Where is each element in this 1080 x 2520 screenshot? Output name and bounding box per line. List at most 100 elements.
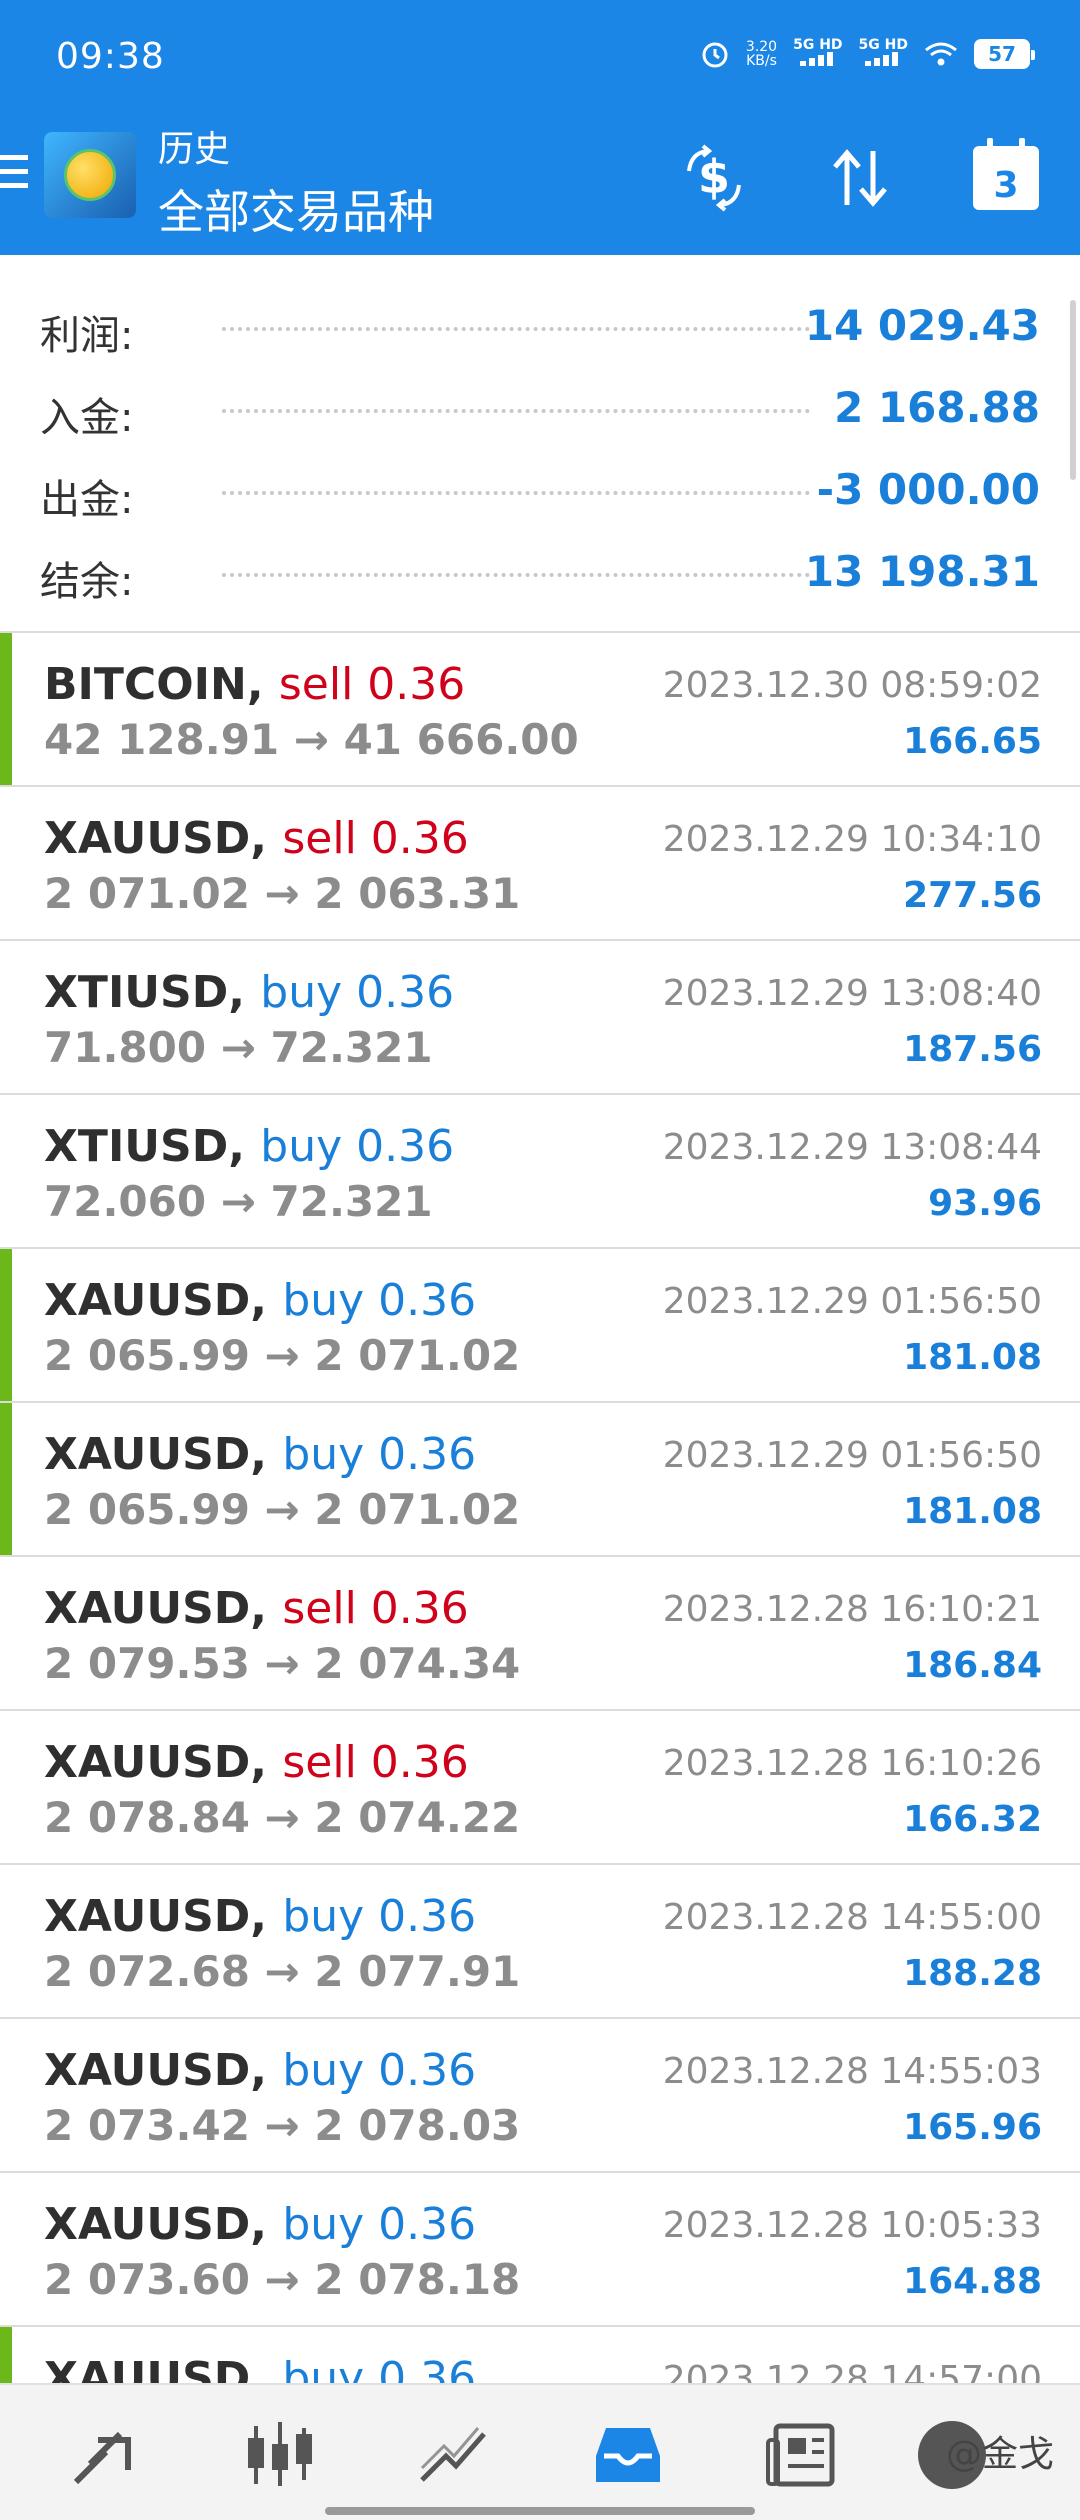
wifi-icon <box>924 41 958 67</box>
summary-row-profit: 利润: 14 029.43 <box>0 279 1080 361</box>
summary-label: 入金: <box>40 395 134 441</box>
trade-symbol-line: XAUUSD, buy 0.36 <box>44 2353 476 2383</box>
net-speed-value: 3.20 <box>745 38 778 55</box>
summary-value: 14 029.43 <box>804 301 1040 350</box>
trade-symbol-line: XAUUSD, buy 0.36 <box>44 1891 476 1942</box>
trade-row[interactable]: XAUUSD, buy 0.36 2 073.60 → 2 078.18 2023.… <box>0 2173 1080 2327</box>
trade-symbol-line: XAUUSD, sell 0.36 <box>44 813 469 864</box>
trade-time: 2023.12.29 13:08:40 <box>662 973 1042 1014</box>
trade-icon[interactable] <box>66 2415 146 2495</box>
trade-row[interactable]: XAUUSD, sell 0.36 2 071.02 → 2 063.31 2023… <box>0 787 1080 941</box>
trade-profit: 166.32 <box>903 1799 1042 1840</box>
net-speed-unit: KB/s <box>746 52 777 69</box>
summary-label: 结余: <box>40 559 134 605</box>
summary-value: 13 198.31 <box>804 547 1040 596</box>
trade-history-list[interactable]: BITCOIN, sell 0.36 42 128.91 → 41 666.00 2… <box>0 633 1080 2383</box>
calendar-icon[interactable]: 3 <box>968 138 1044 216</box>
summary-value: -3 000.00 <box>816 465 1040 514</box>
top-app-bar: 09:38 3.20 KB/s 5G HD 5G HD 57 历史 全部交易品种… <box>0 0 1080 255</box>
signal-1-label: 5G HD <box>793 37 843 53</box>
trade-symbol: XTIUSD, <box>44 1121 245 1172</box>
scrollbar[interactable] <box>1070 300 1076 480</box>
dotted-leader <box>222 573 810 577</box>
history-inbox-icon[interactable] <box>588 2415 668 2495</box>
summary-panel: 利润: 14 029.43 入金: 2 168.88 出金: -3 000.00… <box>0 255 1080 633</box>
trending-icon[interactable] <box>414 2415 494 2495</box>
trade-prices: 72.060 → 72.321 <box>44 1177 433 1226</box>
summary-row-withdrawal: 出金: -3 000.00 <box>0 443 1080 525</box>
status-time: 09:38 <box>56 36 165 77</box>
menu-icon[interactable] <box>0 155 28 195</box>
trade-profit: 93.96 <box>928 1183 1042 1224</box>
signal-bars-icon <box>865 52 899 66</box>
trade-profit: 164.88 <box>903 2261 1042 2302</box>
trade-profit: 166.65 <box>903 721 1042 762</box>
trade-row[interactable]: XAUUSD, buy 0.36 2 065.99 → 2 071.02 2023.… <box>0 1249 1080 1403</box>
summary-row-balance: 结余: 13 198.31 <box>0 525 1080 607</box>
dotted-leader <box>222 491 810 495</box>
home-indicator[interactable] <box>325 2507 755 2515</box>
trade-row[interactable]: XAUUSD, sell 0.36 2 078.84 → 2 074.22 2023… <box>0 1711 1080 1865</box>
trade-symbol: XTIUSD, <box>44 967 245 1018</box>
trade-row[interactable]: XAUUSD, buy 0.36 2 072.68 → 2 077.91 2023.… <box>0 1865 1080 2019</box>
trade-row[interactable]: XAUUSD, buy 0.36 2 073.42 → 2 078.03 2023.… <box>0 2019 1080 2173</box>
trade-row[interactable]: BITCOIN, sell 0.36 42 128.91 → 41 666.00 2… <box>0 633 1080 787</box>
trade-row[interactable]: XTIUSD, buy 0.36 71.800 → 72.321 2023.12.2… <box>0 941 1080 1095</box>
trade-side: buy 0.36 <box>260 967 455 1018</box>
signal-bars-icon <box>799 52 833 66</box>
trade-prices: 2 079.53 → 2 074.34 <box>44 1639 521 1688</box>
summary-label: 利润: <box>40 313 134 359</box>
watermark: @金戈 <box>945 2434 1054 2475</box>
trade-side: buy 0.36 <box>282 2199 477 2250</box>
trade-symbol: XAUUSD, <box>44 1275 268 1326</box>
trade-row[interactable]: XAUUSD, buy 0.36 2023.12.28 14:57:00 <box>0 2327 1080 2383</box>
summary-value: 2 168.88 <box>834 383 1040 432</box>
trade-side: buy 0.36 <box>260 1121 455 1172</box>
news-icon[interactable] <box>762 2415 842 2495</box>
trade-side: buy 0.36 <box>282 1429 477 1480</box>
summary-label: 出金: <box>40 477 134 523</box>
chart-candles-icon[interactable] <box>240 2415 320 2495</box>
trade-symbol: XAUUSD, <box>44 2199 268 2250</box>
trade-side: sell 0.36 <box>282 813 469 864</box>
signal-1: 5G HD <box>793 37 843 69</box>
trade-prices: 2 073.42 → 2 078.03 <box>44 2101 521 2150</box>
calendar-day: 3 <box>973 138 1039 210</box>
dollar-exchange-icon[interactable]: $ <box>676 140 752 216</box>
app-logo <box>44 132 136 218</box>
trade-prices: 2 065.99 → 2 071.02 <box>44 1331 521 1380</box>
signal-2: 5G HD <box>859 38 908 69</box>
trade-row[interactable]: XAUUSD, buy 0.36 2 065.99 → 2 071.02 2023.… <box>0 1403 1080 1557</box>
trade-symbol-line: XAUUSD, sell 0.36 <box>44 1583 469 1634</box>
net-speed: 3.20 KB/s <box>746 40 777 68</box>
trade-symbol: XAUUSD, <box>44 1583 268 1634</box>
page-title[interactable]: 全部交易品种 <box>158 176 434 242</box>
trade-profit: 188.28 <box>903 1953 1042 1994</box>
trade-symbol: XAUUSD, <box>44 1891 268 1942</box>
trade-time: 2023.12.30 08:59:02 <box>662 665 1042 706</box>
trade-profit: 181.08 <box>903 1337 1042 1378</box>
trade-symbol-line: XAUUSD, buy 0.36 <box>44 1275 476 1326</box>
trade-profit: 181.08 <box>903 1491 1042 1532</box>
trade-symbol: BITCOIN, <box>44 659 264 710</box>
trade-symbol-line: XAUUSD, sell 0.36 <box>44 1737 469 1788</box>
trade-side: buy 0.36 <box>282 2353 477 2383</box>
dotted-leader <box>222 409 810 413</box>
trade-symbol: XAUUSD, <box>44 1737 268 1788</box>
trade-time: 2023.12.29 13:08:44 <box>662 1127 1042 1168</box>
trade-time: 2023.12.29 10:34:10 <box>662 819 1042 860</box>
trade-prices: 71.800 → 72.321 <box>44 1023 433 1072</box>
bottom-navigation: @金戈 <box>0 2383 1080 2520</box>
trade-profit: 277.56 <box>903 875 1042 916</box>
trade-prices: 42 128.91 → 41 666.00 <box>44 715 579 764</box>
trade-time: 2023.12.28 14:57:00 <box>662 2359 1042 2383</box>
trade-row[interactable]: XAUUSD, sell 0.36 2 079.53 → 2 074.34 2023… <box>0 1557 1080 1711</box>
sort-icon[interactable] <box>822 140 898 216</box>
trade-symbol-line: XAUUSD, buy 0.36 <box>44 1429 476 1480</box>
trade-symbol: XAUUSD, <box>44 2353 268 2383</box>
trade-row[interactable]: XTIUSD, buy 0.36 72.060 → 72.321 2023.12.2… <box>0 1095 1080 1249</box>
signal-2-label: 5G HD <box>858 37 908 53</box>
trade-time: 2023.12.29 01:56:50 <box>662 1435 1042 1476</box>
trade-side: sell 0.36 <box>278 659 466 710</box>
status-icons: 3.20 KB/s 5G HD 5G HD 57 <box>700 37 1035 69</box>
